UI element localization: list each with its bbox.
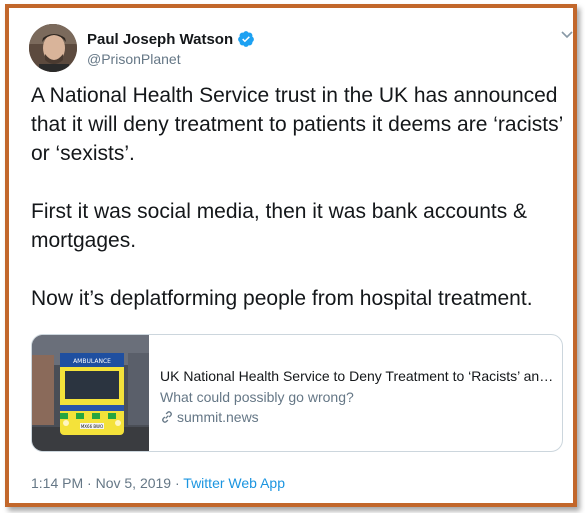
author-info: Paul Joseph Watson @PrisonPlanet xyxy=(87,30,255,67)
avatar-image xyxy=(29,24,77,72)
display-name[interactable]: Paul Joseph Watson xyxy=(87,31,233,48)
tweet-header: Paul Joseph Watson @PrisonPlanet xyxy=(29,24,573,76)
card-description: What could possibly go wrong? xyxy=(160,389,354,405)
tweet-date[interactable]: Nov 5, 2019 xyxy=(96,475,172,491)
meta-separator: · xyxy=(87,475,92,491)
chevron-down-icon[interactable] xyxy=(559,26,575,42)
link-icon xyxy=(162,411,172,423)
ambulance-sign: AMBULANCE xyxy=(73,358,111,365)
avatar[interactable] xyxy=(29,24,77,72)
card-thumbnail: AMBULANCE MX66 BWO xyxy=(32,335,149,451)
verified-badge-icon xyxy=(237,30,255,48)
tweet-time[interactable]: 1:14 PM xyxy=(31,475,83,491)
tweet-frame: Paul Joseph Watson @PrisonPlanet A Natio… xyxy=(5,4,577,507)
link-card[interactable]: AMBULANCE MX66 BWO UK National Health Se… xyxy=(31,334,563,452)
tweet-text: A National Health Service trust in the U… xyxy=(31,84,563,310)
tweet-meta: 1:14 PM · Nov 5, 2019 · Twitter Web App xyxy=(31,475,285,491)
tweet-source-link[interactable]: Twitter Web App xyxy=(183,475,285,491)
card-body: UK National Health Service to Deny Treat… xyxy=(160,368,555,425)
number-plate: MX66 BWO xyxy=(81,424,103,429)
card-domain-text: summit.news xyxy=(177,409,259,425)
card-domain: summit.news xyxy=(160,409,555,425)
handle[interactable]: @PrisonPlanet xyxy=(87,51,255,67)
card-title: UK National Health Service to Deny Treat… xyxy=(160,368,555,384)
meta-separator: · xyxy=(174,475,180,491)
